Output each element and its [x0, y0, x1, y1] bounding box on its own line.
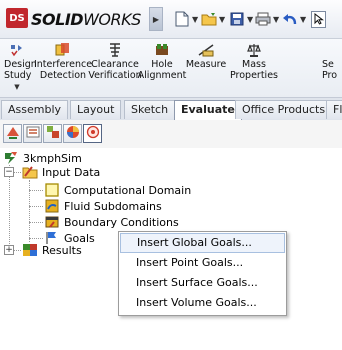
chevron-down-icon[interactable]: ▼: [300, 15, 306, 24]
tree-item-fluid-subdomains[interactable]: Fluid Subdomains: [44, 198, 162, 214]
menu-item-insert-point-goals[interactable]: Insert Point Goals...: [120, 253, 285, 273]
interference-detection-icon: [54, 41, 72, 59]
logo-bold-text: SOLID: [31, 10, 84, 29]
ds-logo: DS: [6, 8, 28, 28]
cursor-icon: [311, 10, 326, 28]
section-properties-button[interactable]: Se Pro: [322, 41, 342, 81]
measure-icon: [197, 41, 215, 59]
tree-item-input-data[interactable]: Input Data: [22, 164, 100, 180]
tree-connector: [29, 238, 43, 239]
fluid-subdomains-icon: [44, 198, 60, 214]
title-bar: DS SOLIDWORKS ▶ ▼ ▼ ▼ ▼ ▼: [0, 0, 342, 39]
print-icon: [255, 11, 271, 27]
menu-item-insert-surface-goals[interactable]: Insert Surface Goals...: [120, 273, 285, 293]
configuration-icon: [46, 125, 60, 142]
command-ribbon: Design Study ▼ Interference Detection Cl…: [0, 39, 342, 97]
mass-properties-label: Mass Properties: [229, 59, 278, 81]
tree-item-boundary-conditions[interactable]: Boundary Conditions: [44, 214, 179, 230]
hole-alignment-button[interactable]: Hole Alignment: [138, 41, 186, 81]
mass-properties-button[interactable]: Mass Properties: [229, 41, 279, 81]
tree-item-results[interactable]: Results: [22, 242, 82, 258]
clearance-verification-button[interactable]: Clearance Verification: [88, 41, 142, 81]
tab-office-products[interactable]: Office Products: [235, 100, 333, 119]
tab-assembly[interactable]: Assembly: [1, 100, 69, 119]
tab-feature-manager[interactable]: [3, 124, 22, 143]
manager-tab-strip: [0, 120, 342, 148]
tree-item-label: Input Data: [42, 165, 101, 179]
tab-configuration-manager[interactable]: [43, 124, 62, 143]
chevron-down-icon[interactable]: ▼: [14, 82, 19, 93]
clearance-verification-label: Clearance Verification: [88, 59, 142, 81]
chevron-right-icon[interactable]: ▶: [149, 7, 163, 31]
tab-layout[interactable]: Layout: [70, 100, 122, 119]
context-menu: Insert Global Goals... Insert Point Goal…: [118, 231, 287, 316]
save-icon: [229, 11, 245, 27]
measure-button[interactable]: Measure: [186, 41, 226, 70]
computational-domain-icon: [44, 182, 60, 198]
folder-icon: [22, 164, 38, 180]
tree-item-label: Boundary Conditions: [64, 215, 179, 229]
interference-detection-label: Interference Detection: [33, 59, 93, 81]
project-icon: [3, 150, 19, 166]
print-button[interactable]: ▼: [255, 9, 279, 29]
tree-root-label: 3kmphSim: [23, 151, 82, 165]
section-properties-label: Se Pro: [322, 59, 338, 81]
feature-tree-icon: [6, 125, 20, 142]
mass-properties-icon: [246, 41, 262, 59]
results-icon: [22, 242, 38, 258]
tree-item-label: Fluid Subdomains: [64, 199, 162, 213]
tree-item-label: Results: [42, 243, 82, 257]
chevron-down-icon[interactable]: ▼: [273, 15, 279, 24]
design-study-button[interactable]: Design Study ▼: [4, 41, 37, 93]
hole-alignment-icon: [154, 41, 170, 59]
command-tabs: Assembly Layout Sketch Evaluate Office P…: [0, 97, 342, 121]
design-study-label: Design Study: [4, 59, 37, 81]
undo-button[interactable]: ▼: [282, 9, 306, 29]
select-button[interactable]: [311, 9, 326, 29]
chevron-down-icon[interactable]: ▼: [219, 15, 225, 24]
tab-evaluate[interactable]: Evaluate: [174, 100, 242, 120]
new-document-button[interactable]: ▼: [174, 9, 198, 29]
tree-connector: [13, 172, 21, 173]
tab-property-manager[interactable]: [23, 124, 42, 143]
tree-connector: [9, 165, 10, 254]
tab-display-manager[interactable]: [63, 124, 82, 143]
measure-label: Measure: [185, 59, 227, 70]
boundary-conditions-icon: [44, 214, 60, 230]
design-study-icon: [9, 41, 25, 59]
collapse-toggle-icon[interactable]: −: [4, 167, 14, 177]
chevron-down-icon[interactable]: ▼: [247, 15, 253, 24]
appearance-icon: [66, 125, 80, 142]
undo-icon: [282, 11, 298, 27]
tab-flow[interactable]: Fl: [326, 100, 342, 119]
tree-connector: [29, 190, 43, 191]
chevron-down-icon[interactable]: ▼: [192, 15, 198, 24]
tab-flow-analysis[interactable]: [83, 124, 102, 143]
tree-item-label: Computational Domain: [64, 183, 192, 197]
open-button[interactable]: ▼: [201, 9, 225, 29]
menu-item-insert-global-goals[interactable]: Insert Global Goals...: [120, 233, 285, 253]
hole-alignment-label: Hole Alignment: [137, 59, 187, 81]
tree-item-computational-domain[interactable]: Computational Domain: [44, 182, 191, 198]
new-document-icon: [174, 11, 190, 27]
expand-toggle-icon[interactable]: +: [4, 245, 14, 255]
logo-light-text: WORKS: [83, 10, 141, 29]
tree-connector: [13, 250, 21, 251]
flow-simulation-icon: [86, 125, 100, 142]
clearance-verification-icon: [107, 41, 123, 59]
property-icon: [26, 125, 40, 142]
interference-detection-button[interactable]: Interference Detection: [34, 41, 92, 81]
tree-connector: [29, 222, 43, 223]
open-folder-icon: [201, 11, 217, 27]
save-button[interactable]: ▼: [229, 9, 253, 29]
tree-connector: [29, 206, 43, 207]
menu-item-insert-volume-goals[interactable]: Insert Volume Goals...: [120, 293, 285, 313]
tab-sketch[interactable]: Sketch: [124, 100, 176, 119]
solidworks-logo: SOLIDWORKS: [31, 10, 141, 29]
